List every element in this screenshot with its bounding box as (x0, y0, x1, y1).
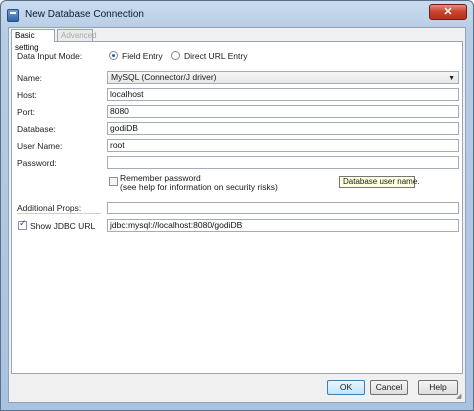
chevron-down-icon[interactable]: ▼ (448, 73, 455, 84)
dialog-window: New Database Connection ✕ Basic setting … (0, 0, 474, 411)
database-icon (7, 9, 19, 22)
field-entry-label[interactable]: Field Entry (122, 51, 163, 61)
remember-password-checkbox[interactable] (109, 177, 118, 186)
host-label: Host: (17, 90, 37, 100)
host-field[interactable]: localhost (107, 88, 459, 101)
ok-button[interactable]: OK (327, 380, 365, 395)
name-label: Name: (17, 73, 43, 83)
additional-props-divider (17, 213, 101, 214)
driver-name-select[interactable]: MySQL (Connector/J driver) ▼ (107, 71, 459, 84)
dialog-content: Basic setting Advanced Data Input Mode: … (8, 27, 466, 403)
direct-url-entry-label[interactable]: Direct URL Entry (184, 51, 247, 61)
username-label: User Name: (17, 141, 63, 151)
help-button[interactable]: Help (418, 380, 458, 395)
database-label: Database: (17, 124, 56, 134)
port-label: Port: (17, 107, 35, 117)
show-jdbc-url-checkbox[interactable] (18, 219, 27, 230)
additional-props-field[interactable] (107, 202, 459, 214)
additional-props-label: Additional Props: (17, 203, 82, 213)
password-label: Password: (17, 158, 57, 168)
field-entry-radio[interactable] (109, 51, 118, 60)
driver-name-value: MySQL (Connector/J driver) (111, 72, 217, 82)
basic-setting-panel: Data Input Mode: Field Entry Direct URL … (11, 41, 463, 374)
password-field[interactable] (107, 156, 459, 169)
port-field[interactable]: 8080 (107, 105, 459, 118)
tab-basic-setting[interactable]: Basic setting (11, 29, 55, 52)
resize-grip-icon[interactable]: ◢ (456, 393, 464, 401)
username-field[interactable]: root (107, 139, 459, 152)
close-button[interactable]: ✕ (429, 4, 467, 20)
cancel-button[interactable]: Cancel (370, 380, 408, 395)
remember-password-hint: (see help for information on security ri… (120, 182, 278, 192)
database-field[interactable]: godiDB (107, 122, 459, 135)
window-title: New Database Connection (25, 9, 144, 20)
title-bar[interactable]: New Database Connection ✕ (1, 1, 473, 29)
jdbc-url-field[interactable]: jdbc:mysql://localhost:8080/godiDB (107, 219, 459, 232)
show-jdbc-url-label[interactable]: Show JDBC URL (30, 221, 95, 231)
direct-url-entry-radio[interactable] (171, 51, 180, 60)
username-tooltip: Database user name. (339, 176, 420, 188)
